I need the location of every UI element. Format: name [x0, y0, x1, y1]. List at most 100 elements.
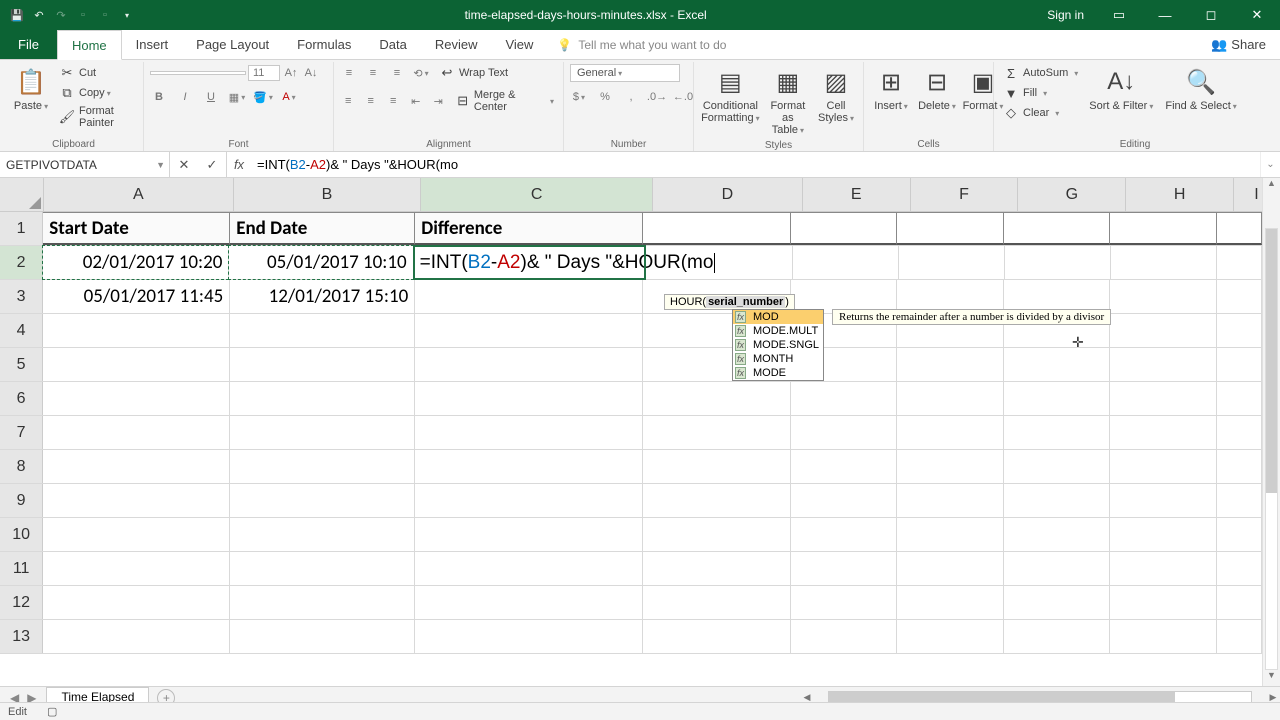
merge-center-button[interactable]: ⊟Merge & Center: [452, 88, 557, 114]
cell[interactable]: [1217, 212, 1262, 245]
cell[interactable]: [1110, 552, 1216, 585]
cell[interactable]: [793, 246, 899, 279]
autocomplete-item[interactable]: MODE.MULT: [733, 324, 823, 338]
cell[interactable]: [230, 518, 415, 551]
paste-button[interactable]: 📋Paste: [10, 64, 52, 114]
cell[interactable]: [1004, 450, 1110, 483]
col-header[interactable]: H: [1126, 178, 1234, 211]
font-color-button[interactable]: A: [280, 88, 298, 106]
cell[interactable]: [43, 416, 230, 449]
cell[interactable]: [43, 314, 230, 347]
cell[interactable]: [643, 552, 791, 585]
cell[interactable]: [897, 552, 1003, 585]
increase-decimal-icon[interactable]: .0→: [648, 88, 666, 106]
row-header[interactable]: 5: [0, 348, 43, 381]
increase-font-icon[interactable]: A↑: [282, 64, 300, 82]
underline-button[interactable]: U: [202, 88, 220, 106]
find-select-button[interactable]: 🔍Find & Select: [1161, 64, 1240, 114]
cell[interactable]: [415, 416, 643, 449]
cell[interactable]: [230, 348, 415, 381]
fill-button[interactable]: ▼Fill: [1000, 84, 1081, 102]
col-header[interactable]: C: [421, 178, 653, 211]
macro-record-icon[interactable]: ▢: [47, 705, 57, 718]
insert-cells-button[interactable]: ⊞Insert: [870, 64, 912, 114]
cell[interactable]: [791, 212, 897, 245]
align-right-icon[interactable]: ≡: [385, 92, 401, 110]
cell[interactable]: [791, 552, 897, 585]
cell[interactable]: [1110, 586, 1216, 619]
undo-icon[interactable]: ↶: [30, 6, 48, 24]
scroll-down-icon[interactable]: ▼: [1263, 670, 1280, 686]
cell[interactable]: [1004, 552, 1110, 585]
cell[interactable]: [897, 586, 1003, 619]
col-header[interactable]: E: [803, 178, 911, 211]
cell[interactable]: 02/01/2017 10:20: [43, 246, 229, 279]
cancel-formula-button[interactable]: ✕: [170, 157, 198, 173]
align-center-icon[interactable]: ≡: [362, 92, 378, 110]
cell[interactable]: [1004, 348, 1110, 381]
cell[interactable]: [415, 348, 643, 381]
cell[interactable]: [791, 484, 897, 517]
decrease-font-icon[interactable]: A↓: [302, 64, 320, 82]
percent-button[interactable]: %: [596, 88, 614, 106]
row-header[interactable]: 13: [0, 620, 43, 653]
cell[interactable]: [791, 586, 897, 619]
cell[interactable]: [643, 382, 791, 415]
cell[interactable]: [1217, 246, 1262, 279]
cell[interactable]: [1217, 620, 1262, 653]
formula-autocomplete-list[interactable]: MOD MODE.MULT MODE.SNGL MONTH MODE: [732, 309, 824, 381]
cell[interactable]: [43, 586, 230, 619]
cell[interactable]: [791, 382, 897, 415]
cell[interactable]: [643, 518, 791, 551]
cell[interactable]: [1004, 212, 1110, 245]
cell-editing[interactable]: =INT(B2-A2)& " Days "&HOUR(mo: [414, 246, 646, 279]
maximize-button[interactable]: ◻: [1188, 0, 1234, 30]
col-header[interactable]: D: [653, 178, 803, 211]
font-name-combo[interactable]: [150, 71, 246, 75]
minimize-button[interactable]: —: [1142, 0, 1188, 30]
italic-button[interactable]: I: [176, 88, 194, 106]
ribbon-display-icon[interactable]: ▭: [1096, 0, 1142, 30]
cell[interactable]: [43, 382, 230, 415]
cell[interactable]: [643, 450, 791, 483]
row-header[interactable]: 12: [0, 586, 43, 619]
cell[interactable]: [1217, 314, 1262, 347]
spreadsheet-grid[interactable]: A B C D E F G H I 1 Start Date End Date …: [0, 178, 1280, 692]
save-icon[interactable]: 💾: [8, 6, 26, 24]
cell[interactable]: [1217, 416, 1262, 449]
row-header[interactable]: 9: [0, 484, 43, 517]
delete-cells-button[interactable]: ⊟Delete: [916, 64, 958, 114]
col-header[interactable]: A: [44, 178, 234, 211]
cell[interactable]: [230, 484, 415, 517]
row-header[interactable]: 3: [0, 280, 43, 313]
tell-me-search[interactable]: Tell me what you want to do: [557, 30, 726, 59]
cell[interactable]: [1110, 518, 1216, 551]
cell[interactable]: [1110, 314, 1216, 347]
cell[interactable]: [1217, 348, 1262, 381]
scroll-up-icon[interactable]: ▲: [1263, 178, 1280, 194]
sort-filter-button[interactable]: A↓Sort & Filter: [1085, 64, 1157, 114]
align-bottom-icon[interactable]: ≡: [388, 64, 406, 82]
cell[interactable]: [1004, 416, 1110, 449]
scroll-thumb[interactable]: [1266, 229, 1277, 493]
autocomplete-item[interactable]: MOD: [733, 310, 823, 324]
cell[interactable]: [1217, 586, 1262, 619]
tab-review[interactable]: Review: [421, 30, 492, 59]
autosum-button[interactable]: ΣAutoSum: [1000, 64, 1081, 82]
cell[interactable]: [1110, 280, 1216, 313]
wrap-text-button[interactable]: ↩Wrap Text: [436, 64, 511, 82]
cell[interactable]: [897, 450, 1003, 483]
cell[interactable]: [897, 620, 1003, 653]
cell[interactable]: [1110, 484, 1216, 517]
conditional-formatting-button[interactable]: ▤Conditional Formatting: [700, 64, 761, 126]
cell-styles-button[interactable]: ▨Cell Styles: [815, 64, 857, 126]
row-header[interactable]: 6: [0, 382, 43, 415]
row-header[interactable]: 7: [0, 416, 43, 449]
fill-color-button[interactable]: 🪣: [254, 88, 272, 106]
cell[interactable]: [43, 484, 230, 517]
select-all-corner[interactable]: [0, 178, 44, 211]
cell[interactable]: [1111, 246, 1217, 279]
autocomplete-item[interactable]: MONTH: [733, 352, 823, 366]
cell[interactable]: [791, 450, 897, 483]
cell[interactable]: [897, 382, 1003, 415]
